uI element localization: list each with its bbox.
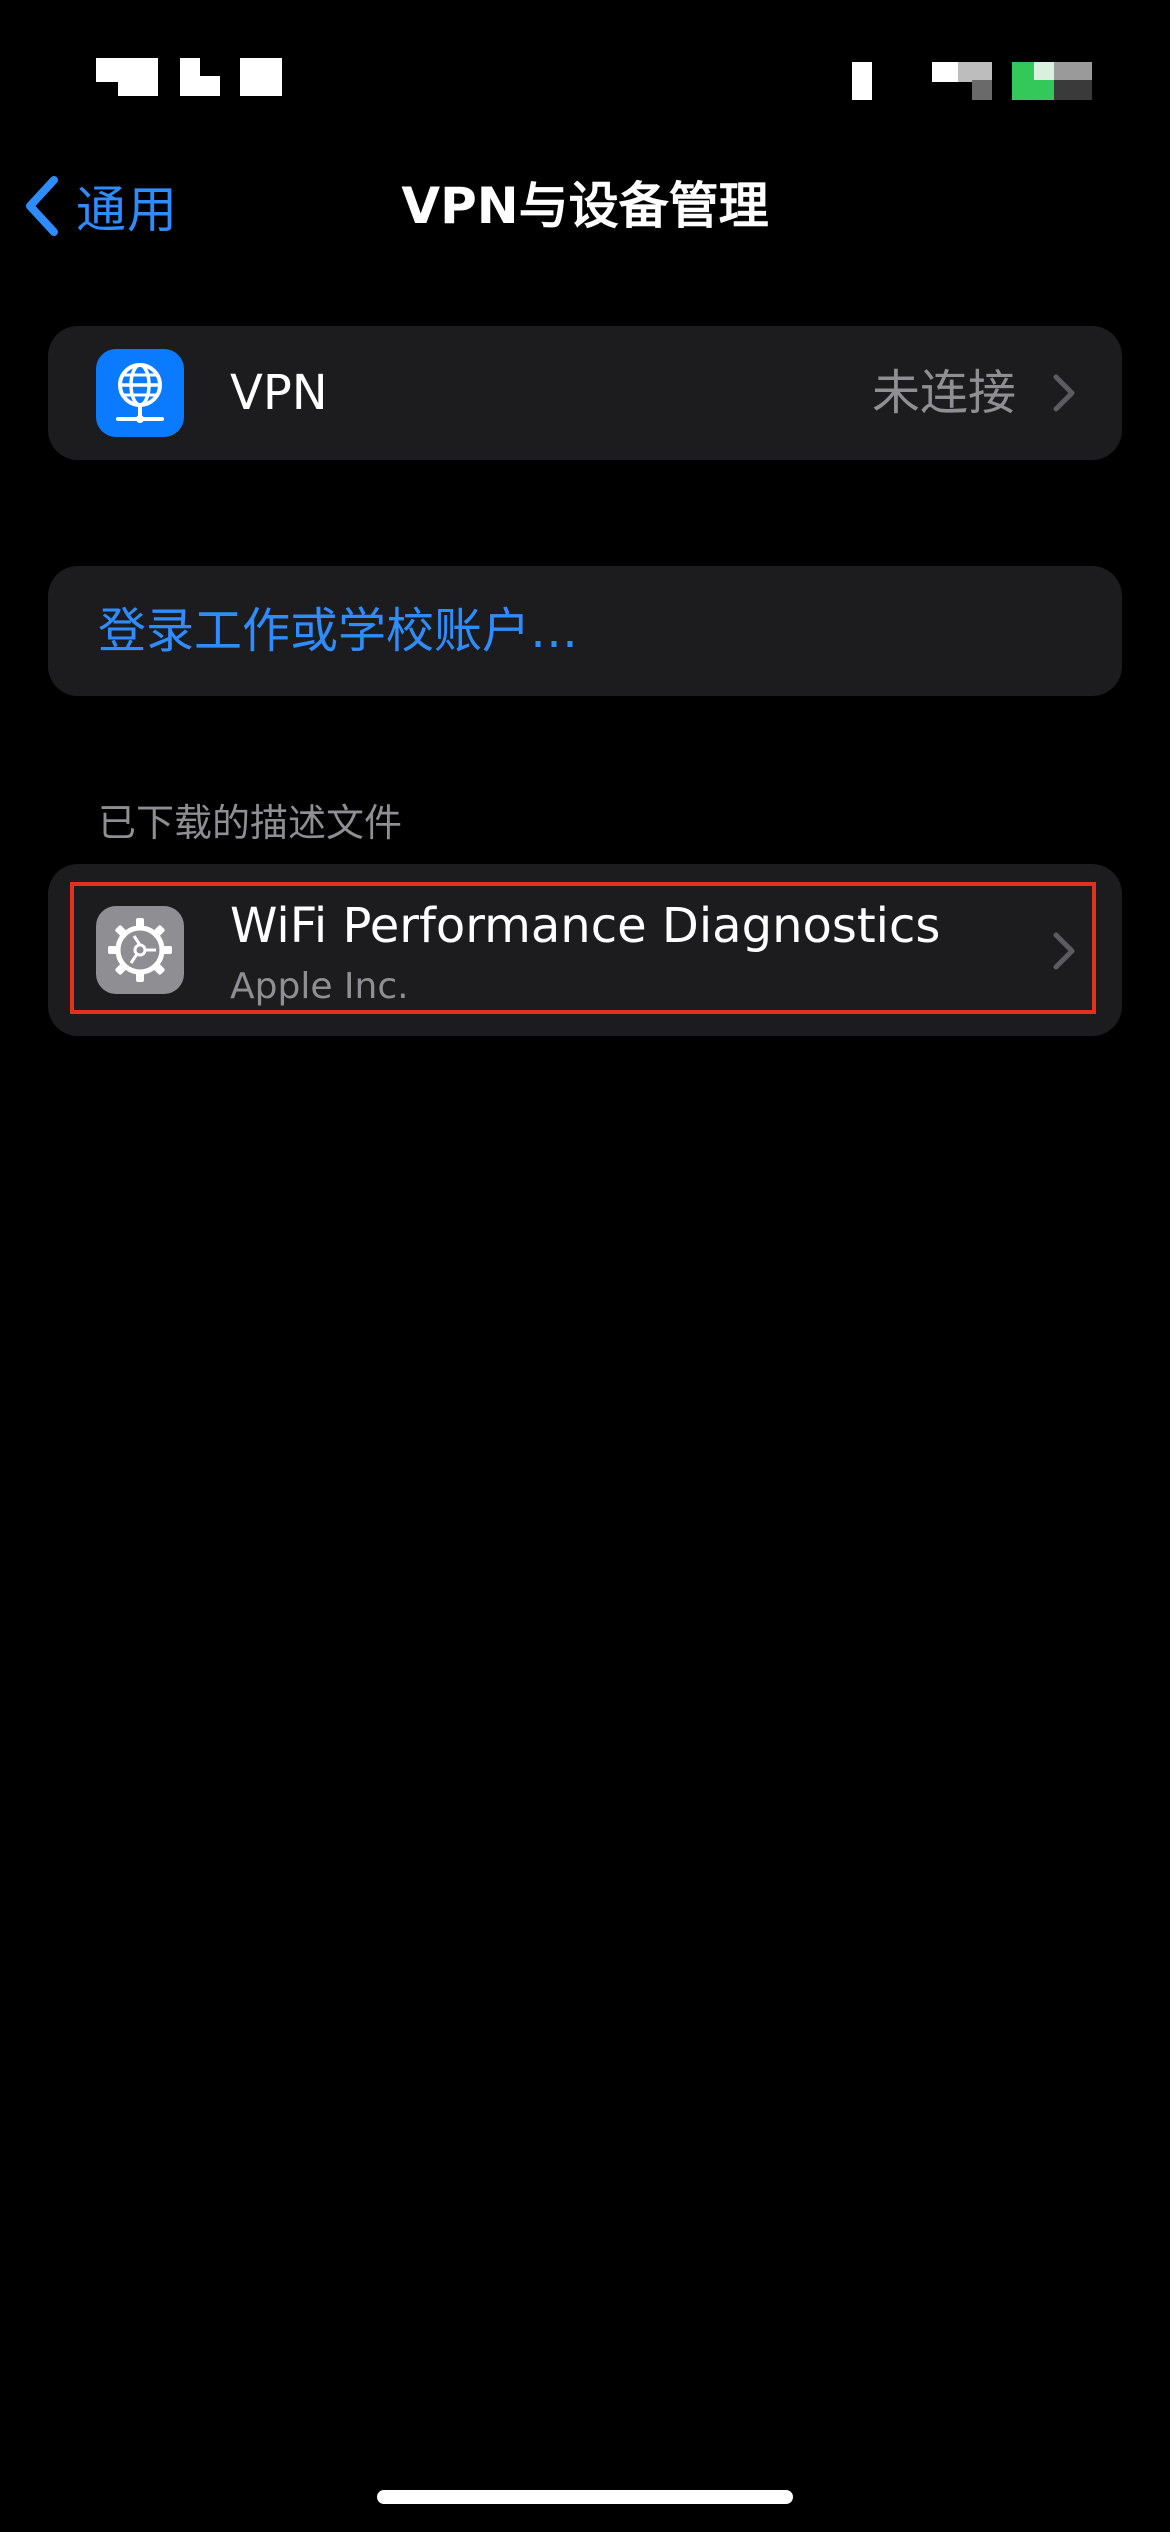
home-indicator[interactable] [377,2490,793,2504]
sign-in-work-school-account-button[interactable]: 登录工作或学校账户… [48,566,1122,696]
profile-row[interactable]: WiFi Performance Diagnostics Apple Inc. [48,864,1122,1036]
battery-icon-segment [1034,62,1054,80]
wifi-icon-segment [958,62,992,82]
status-time-segment [240,58,282,96]
profile-subtitle: Apple Inc. [230,966,409,1007]
signal-icon [852,62,872,100]
vpn-status: 未连接 [871,365,1016,421]
profile-title: WiFi Performance Diagnostics [230,898,941,954]
battery-icon-segment [1054,80,1092,100]
globe-network-icon [96,349,184,437]
page-title: VPN与设备管理 [401,177,769,235]
sign-in-label: 登录工作或学校账户… [98,603,579,659]
vpn-row[interactable]: VPN 未连接 [48,326,1122,460]
battery-icon-segment [1054,62,1092,80]
status-time-segment [118,58,158,96]
wifi-icon-segment [972,80,992,100]
settings-gear-icon [96,906,184,994]
chevron-right-icon [1052,374,1076,416]
vpn-group: VPN 未连接 [48,326,1122,460]
profiles-group: WiFi Performance Diagnostics Apple Inc. [48,864,1122,1036]
chevron-right-icon [1052,932,1076,974]
vpn-label: VPN [230,365,328,421]
login-group: 登录工作或学校账户… [48,566,1122,696]
status-bar [0,0,1170,150]
status-time-segment [180,76,220,96]
downloaded-profiles-header: 已下载的描述文件 [98,801,403,845]
